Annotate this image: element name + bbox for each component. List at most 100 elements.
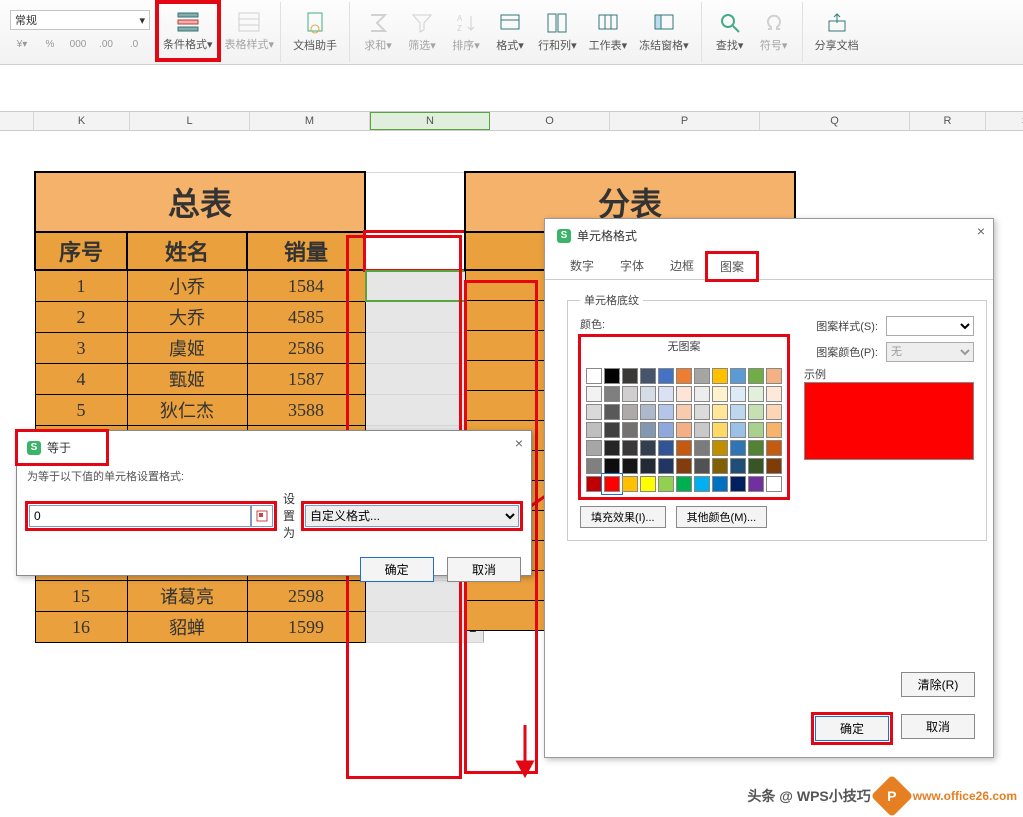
- color-swatch[interactable]: [640, 368, 656, 384]
- color-swatch[interactable]: [622, 368, 638, 384]
- color-swatch[interactable]: [604, 422, 620, 438]
- equals-cancel-button[interactable]: 取消: [447, 557, 521, 582]
- color-swatch[interactable]: [604, 458, 620, 474]
- table-row[interactable]: 2大乔45851: [35, 302, 483, 333]
- color-swatch[interactable]: [730, 386, 746, 402]
- tab-border[interactable]: 边框: [657, 252, 707, 279]
- color-swatch[interactable]: [658, 368, 674, 384]
- color-swatch[interactable]: [658, 476, 674, 492]
- color-swatch[interactable]: [640, 476, 656, 492]
- color-swatch[interactable]: [730, 476, 746, 492]
- color-swatch[interactable]: [694, 386, 710, 402]
- color-swatch[interactable]: [730, 440, 746, 456]
- freeze-button[interactable]: 冻结窗格▾: [633, 3, 695, 61]
- color-swatch[interactable]: [676, 476, 692, 492]
- sort-button[interactable]: AZ 排序▾: [444, 3, 488, 61]
- format-button[interactable]: 格式▾: [488, 3, 532, 61]
- color-swatch[interactable]: [622, 386, 638, 402]
- color-swatch[interactable]: [766, 368, 782, 384]
- range-picker-icon[interactable]: [251, 505, 273, 527]
- tab-font[interactable]: 字体: [607, 252, 657, 279]
- cell-ok-button[interactable]: 确定: [815, 716, 889, 741]
- color-swatch[interactable]: [658, 422, 674, 438]
- color-swatch[interactable]: [748, 476, 764, 492]
- comma-icon[interactable]: 000: [66, 34, 90, 54]
- table-row[interactable]: 16貂蝉15991: [35, 612, 483, 643]
- color-swatch[interactable]: [604, 368, 620, 384]
- color-swatch[interactable]: [730, 458, 746, 474]
- color-swatch[interactable]: [694, 476, 710, 492]
- table-row[interactable]: 1小乔15840: [35, 270, 483, 302]
- color-swatch[interactable]: [586, 404, 602, 420]
- color-swatch[interactable]: [712, 404, 728, 420]
- color-swatch[interactable]: [640, 386, 656, 402]
- color-swatch[interactable]: [622, 440, 638, 456]
- tab-number[interactable]: 数字: [557, 252, 607, 279]
- color-swatch[interactable]: [694, 458, 710, 474]
- color-swatch[interactable]: [604, 404, 620, 420]
- doc-helper-button[interactable]: 文档助手: [287, 3, 343, 61]
- color-swatch[interactable]: [766, 422, 782, 438]
- rowcol-button[interactable]: 行和列▾: [532, 3, 583, 61]
- clear-button[interactable]: 清除(R): [901, 672, 975, 697]
- color-swatch[interactable]: [766, 386, 782, 402]
- color-swatch[interactable]: [712, 440, 728, 456]
- color-swatch[interactable]: [766, 404, 782, 420]
- worksheet-button[interactable]: 工作表▾: [583, 3, 634, 61]
- color-swatch[interactable]: [748, 404, 764, 420]
- color-swatch[interactable]: [586, 458, 602, 474]
- color-swatch[interactable]: [766, 458, 782, 474]
- fill-effect-button[interactable]: 填充效果(I)...: [580, 506, 666, 528]
- sum-button[interactable]: 求和▾: [356, 3, 400, 61]
- color-swatch[interactable]: [712, 368, 728, 384]
- color-swatch[interactable]: [604, 386, 620, 402]
- color-swatch[interactable]: [730, 404, 746, 420]
- color-swatch[interactable]: [676, 386, 692, 402]
- color-swatch[interactable]: [748, 458, 764, 474]
- color-swatch[interactable]: [748, 422, 764, 438]
- inc-decimal-icon[interactable]: .00: [94, 34, 118, 54]
- color-swatch[interactable]: [712, 458, 728, 474]
- close-icon[interactable]: ×: [515, 435, 523, 451]
- color-swatch[interactable]: [586, 476, 602, 492]
- color-swatch[interactable]: [658, 458, 674, 474]
- color-swatch[interactable]: [766, 476, 782, 492]
- share-button[interactable]: 分享文档: [809, 3, 865, 61]
- color-palette[interactable]: [580, 362, 788, 498]
- sheet-area[interactable]: 总表 序号 姓名 销量 1小乔158402大乔458513虞姬258614甄姬1…: [0, 131, 1023, 165]
- color-swatch[interactable]: [676, 422, 692, 438]
- color-swatch[interactable]: [712, 422, 728, 438]
- color-swatch[interactable]: [676, 440, 692, 456]
- currency-icon[interactable]: ¥▾: [10, 34, 34, 54]
- color-swatch[interactable]: [676, 404, 692, 420]
- table-row[interactable]: 5狄仁杰35881: [35, 395, 483, 426]
- color-swatch[interactable]: [748, 440, 764, 456]
- find-button[interactable]: 查找▾: [708, 3, 752, 61]
- color-swatch[interactable]: [694, 440, 710, 456]
- equals-ok-button[interactable]: 确定: [360, 557, 434, 582]
- color-swatch[interactable]: [640, 458, 656, 474]
- color-swatch[interactable]: [694, 404, 710, 420]
- other-color-button[interactable]: 其他颜色(M)...: [676, 506, 768, 528]
- number-format-select[interactable]: 常规▾: [10, 10, 150, 30]
- color-swatch[interactable]: [748, 368, 764, 384]
- table-row[interactable]: 3虞姬25861: [35, 333, 483, 364]
- color-swatch[interactable]: [622, 458, 638, 474]
- table-style-button[interactable]: 表格样式▾: [219, 2, 281, 60]
- color-swatch[interactable]: [622, 422, 638, 438]
- color-swatch[interactable]: [730, 422, 746, 438]
- color-swatch[interactable]: [658, 440, 674, 456]
- dec-decimal-icon[interactable]: .0: [122, 34, 146, 54]
- color-swatch[interactable]: [604, 476, 620, 492]
- tab-pattern[interactable]: 图案: [707, 253, 757, 280]
- color-swatch[interactable]: [748, 386, 764, 402]
- color-swatch[interactable]: [586, 440, 602, 456]
- color-swatch[interactable]: [712, 476, 728, 492]
- filter-button[interactable]: 筛选▾: [400, 3, 444, 61]
- color-swatch[interactable]: [658, 386, 674, 402]
- pattern-color-select[interactable]: 无: [886, 342, 974, 362]
- color-swatch[interactable]: [604, 440, 620, 456]
- color-swatch[interactable]: [694, 368, 710, 384]
- percent-icon[interactable]: %: [38, 34, 62, 54]
- color-swatch[interactable]: [586, 422, 602, 438]
